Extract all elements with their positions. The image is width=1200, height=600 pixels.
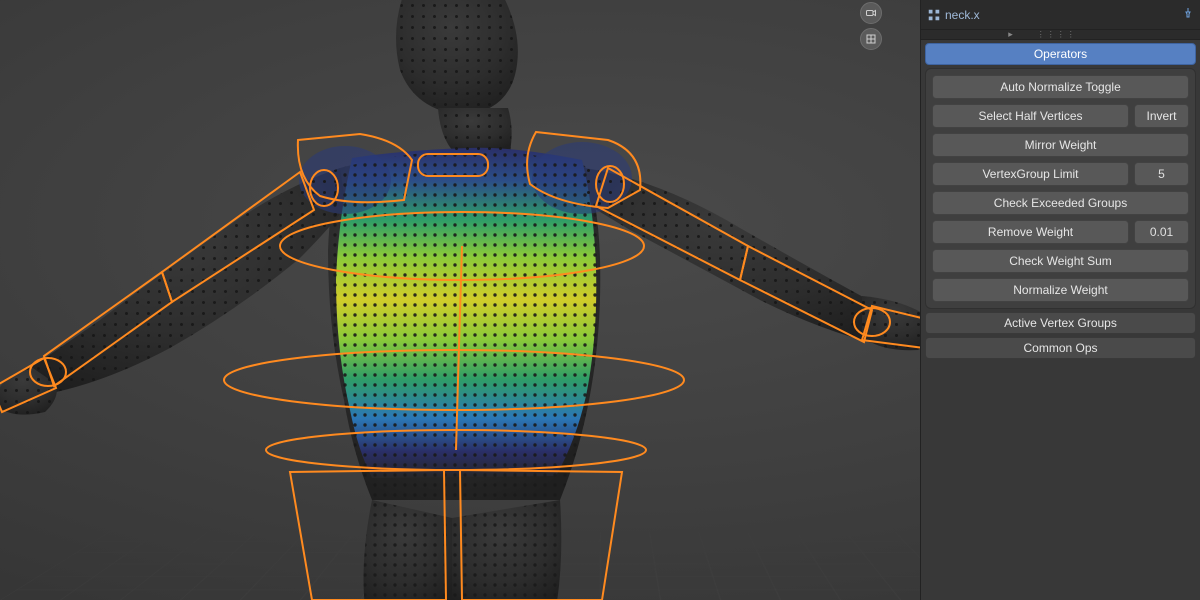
expand-icon: ▸ — [1008, 29, 1013, 40]
common-ops-header[interactable]: Common Ops — [925, 337, 1196, 359]
check-weight-sum-button[interactable]: Check Weight Sum — [932, 249, 1189, 273]
grid-icon[interactable] — [860, 28, 882, 50]
camera-icon[interactable] — [860, 2, 882, 24]
operators-group: Auto Normalize Toggle Select Half Vertic… — [925, 68, 1196, 309]
auto-normalize-toggle-button[interactable]: Auto Normalize Toggle — [932, 75, 1189, 99]
vertex-group-icon — [927, 8, 941, 22]
panel-header[interactable]: neck.x — [921, 0, 1200, 30]
check-exceeded-groups-button[interactable]: Check Exceeded Groups — [932, 191, 1189, 215]
remove-weight-value[interactable]: 0.01 — [1134, 220, 1189, 244]
vertexgroup-limit-value[interactable]: 5 — [1134, 162, 1189, 186]
panel-drag-handle[interactable]: ▸ ⋮⋮⋮⋮ — [921, 30, 1200, 40]
operators-header[interactable]: Operators — [925, 43, 1196, 65]
vertex-dots — [0, 0, 933, 600]
active-object-name: neck.x — [945, 8, 980, 22]
viewport-overlay-buttons — [860, 2, 882, 50]
vertexgroup-limit-button[interactable]: VertexGroup Limit — [932, 162, 1129, 186]
active-vertex-groups-header[interactable]: Active Vertex Groups — [925, 312, 1196, 334]
invert-button[interactable]: Invert — [1134, 104, 1189, 128]
side-panel: neck.x ▸ ⋮⋮⋮⋮ Operators Auto Normalize T… — [920, 0, 1200, 600]
select-half-vertices-button[interactable]: Select Half Vertices — [932, 104, 1129, 128]
normalize-weight-button[interactable]: Normalize Weight — [932, 278, 1189, 302]
remove-weight-button[interactable]: Remove Weight — [932, 220, 1129, 244]
pin-icon[interactable] — [1182, 7, 1194, 22]
grip-dots-icon: ⋮⋮⋮⋮ — [1037, 30, 1077, 39]
panel-body: Operators Auto Normalize Toggle Select H… — [921, 40, 1200, 369]
viewport-root: neck.x ▸ ⋮⋮⋮⋮ Operators Auto Normalize T… — [0, 0, 1200, 600]
mirror-weight-button[interactable]: Mirror Weight — [932, 133, 1189, 157]
